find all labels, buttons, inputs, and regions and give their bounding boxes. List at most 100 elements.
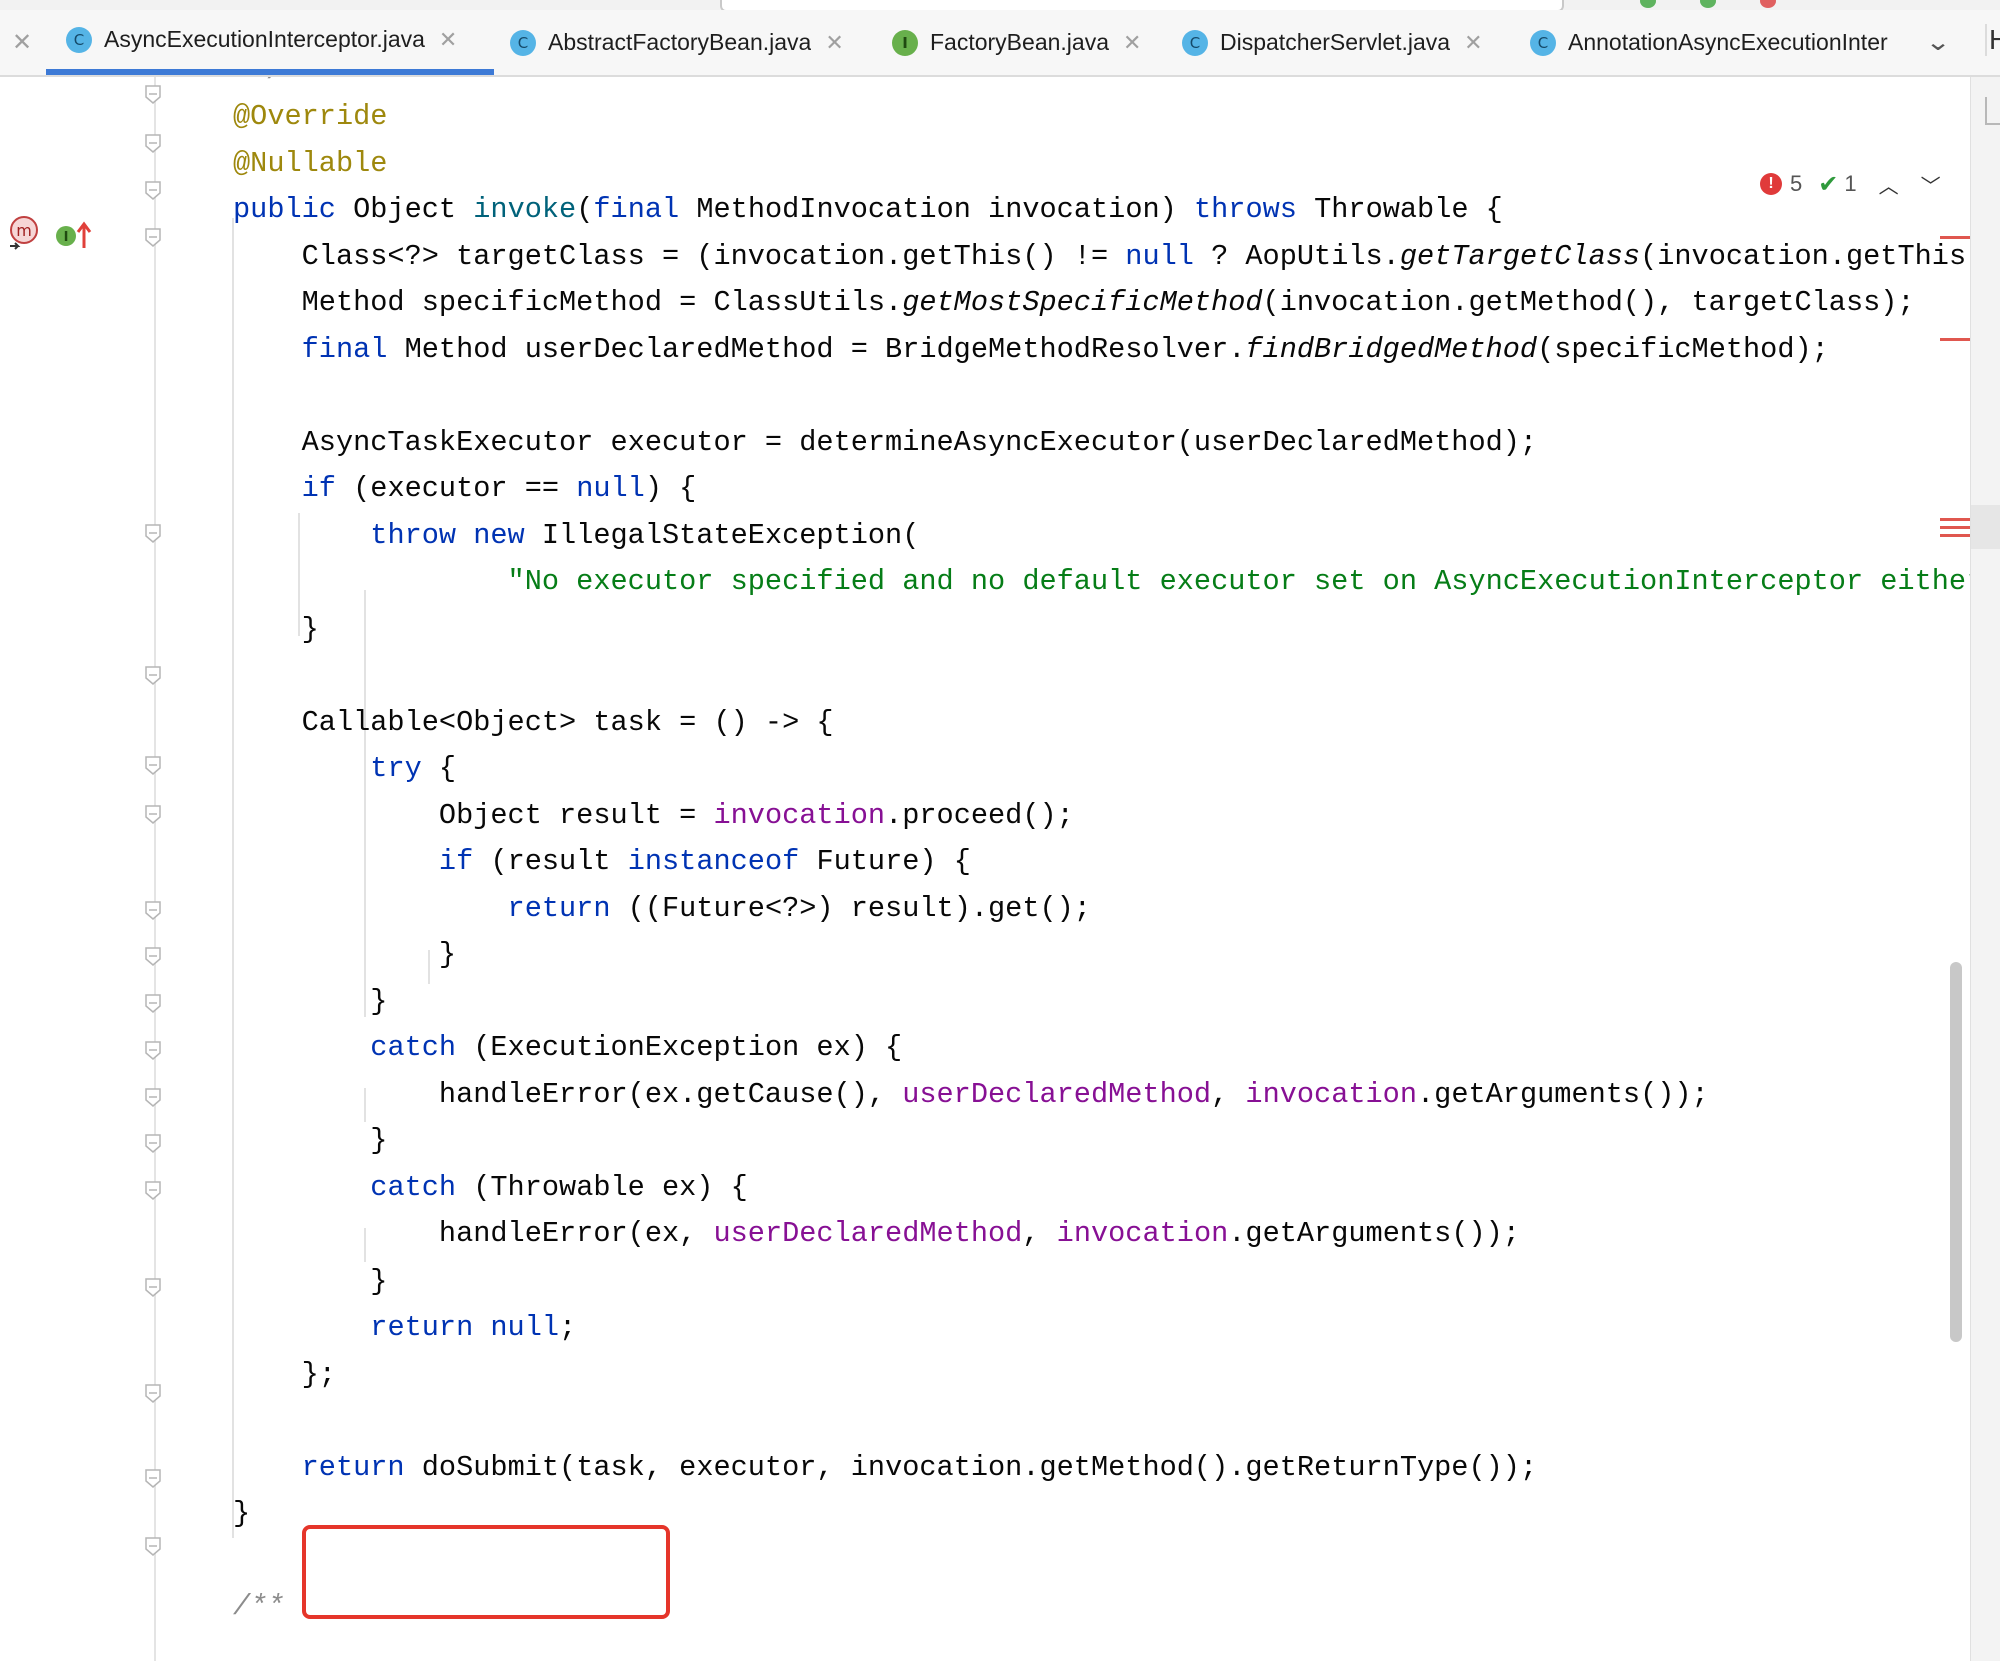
code-line[interactable]: } [233,1118,387,1164]
code-line[interactable]: @Nullable [233,141,387,187]
chevron-down-icon[interactable]: ⌄ [1925,28,1951,57]
code-line[interactable]: "No executor specified and no default ex… [233,559,1970,605]
code-line[interactable]: /** [233,1584,284,1630]
svg-text:m: m [16,221,32,240]
code-line[interactable]: if (executor == null) { [233,466,697,512]
error-icon: ! [1760,173,1782,195]
error-stripe-marker[interactable] [1940,338,1970,341]
code-line[interactable]: return doSubmit(task, executor, invocati… [233,1445,1537,1491]
code-line[interactable]: catch (ExecutionException ex) { [233,1025,902,1071]
fold-marker-icon[interactable] [144,228,162,248]
fold-marker-icon[interactable] [144,994,162,1014]
close-icon[interactable]: ✕ [1123,30,1141,56]
code-line[interactable]: return ((Future<?>) result).get(); [233,886,1091,932]
code-line[interactable]: return null; [233,1305,576,1351]
code-line[interactable]: final Method userDeclaredMethod = Bridge… [233,327,1829,373]
debug-icon[interactable] [1700,0,1716,8]
code-line[interactable]: catch (Throwable ex) { [233,1165,748,1211]
tool-window-button[interactable] [1971,505,2000,549]
code-line[interactable]: handleError(ex, userDeclaredMethod, invo… [233,1211,1520,1257]
close-icon[interactable]: ✕ [825,30,843,56]
vertical-scrollbar-thumb[interactable] [1950,962,1962,1342]
code-line[interactable]: @Override [233,94,387,140]
class-c-icon: C [1182,29,1208,56]
fold-marker-icon[interactable] [144,1537,162,1557]
code-line[interactable]: } [233,1491,250,1537]
class-c-icon: C [510,29,536,56]
code-line[interactable]: }; [233,1352,336,1398]
class-c-icon: C [1530,29,1556,56]
code-line[interactable]: } [233,932,456,978]
code-line[interactable]: if (result instanceof Future) { [233,839,971,885]
interface-i-icon: I [892,29,918,56]
code-line[interactable]: Class<?> targetClass = (invocation.getTh… [233,234,1970,280]
code-line[interactable]: Object result = invocation.proceed(); [233,793,1074,839]
fold-marker-icon[interactable] [144,1041,162,1061]
code-line[interactable]: Method specificMethod = ClassUtils.getMo… [233,280,1915,326]
close-icon[interactable]: ✕ [439,27,457,53]
code-line[interactable]: */ [233,77,284,94]
code-editor[interactable]: */@Override@Nullablepublic Object invoke… [0,77,1970,1661]
main-toolbar-strip [0,0,2000,10]
code-line[interactable]: AsyncTaskExecutor executor = determineAs… [233,420,1537,466]
tab-annotation-async-execution-interceptor[interactable]: C AnnotationAsyncExecutionInter [1530,10,1910,75]
fold-marker-icon[interactable] [144,1181,162,1201]
code-line[interactable]: } [233,1259,387,1305]
inspection-widget[interactable]: ! 5 ✔ 1 ︿ ﹀ [1760,169,1941,199]
method-override-icon[interactable]: m [8,216,40,259]
code-line[interactable]: public Object invoke(final MethodInvocat… [233,187,1503,233]
code-line[interactable]: handleError(ex.getCause(), userDeclaredM… [233,1072,1709,1118]
error-stripe-marker[interactable] [1940,534,1970,537]
code-line[interactable]: } [233,979,387,1025]
error-stripe-marker[interactable] [1940,526,1970,529]
fold-marker-icon[interactable] [144,1469,162,1489]
right-tool-strip [1970,77,2000,1661]
search-everywhere-field[interactable] [720,0,1564,10]
fold-marker-icon[interactable] [144,1384,162,1404]
fold-marker-icon[interactable] [144,134,162,154]
fold-marker-icon[interactable] [144,756,162,776]
tab-label: AsyncExecutionInterceptor.java [104,26,425,52]
code-line[interactable]: } [233,607,319,653]
gutter-divider [154,77,156,1661]
right-panel-tab[interactable]: H [1985,24,2000,56]
tab-dispatcher-servlet[interactable]: C DispatcherServlet.java ✕ [1182,10,1502,75]
close-icon[interactable]: ✕ [1464,30,1482,56]
tab-label: FactoryBean.java [930,29,1109,55]
tab-factory-bean[interactable]: I FactoryBean.java ✕ [892,10,1162,75]
fold-marker-icon[interactable] [144,947,162,967]
tab-label: DispatcherServlet.java [1220,29,1451,55]
fold-marker-icon[interactable] [144,1278,162,1298]
highlight-annotation-box [302,1525,670,1619]
svg-text:I: I [64,230,69,245]
run-icon[interactable] [1640,0,1656,8]
close-icon[interactable]: ✕ [12,28,32,57]
tab-async-execution-interceptor[interactable]: C AsyncExecutionInterceptor.java ✕ [46,10,494,75]
fold-marker-icon[interactable] [144,181,162,201]
tab-label: AnnotationAsyncExecutionInter [1568,29,1888,55]
fold-marker-icon[interactable] [144,805,162,825]
fold-marker-icon[interactable] [144,901,162,921]
stop-icon[interactable] [1760,0,1776,8]
error-count: 5 [1790,171,1803,196]
editor-tab-bar: ✕ C AsyncExecutionInterceptor.java ✕ C A… [0,10,2000,77]
error-stripe-marker[interactable] [1940,518,1970,521]
error-stripe-marker[interactable] [1940,236,1970,239]
tab-label: AbstractFactoryBean.java [548,29,812,55]
code-line[interactable]: Callable<Object> task = () -> { [233,700,834,746]
previous-highlight-icon[interactable]: ︿ [1879,170,1899,199]
next-highlight-icon[interactable]: ﹀ [1921,170,1941,199]
code-line[interactable]: throw new IllegalStateException( [233,513,919,559]
tab-abstract-factory-bean[interactable]: C AbstractFactoryBean.java ✕ [510,10,880,75]
implements-interface-icon[interactable]: I [54,220,94,257]
fold-marker-icon[interactable] [144,85,162,105]
fold-marker-icon[interactable] [144,1088,162,1108]
ok-count: 1 [1844,171,1857,196]
fold-marker-icon[interactable] [144,666,162,686]
checkmark-icon: ✔ [1818,170,1839,198]
class-c-icon: C [66,26,92,53]
code-line[interactable]: try { [233,746,456,792]
fold-marker-icon[interactable] [144,524,162,544]
fold-marker-icon[interactable] [144,1134,162,1154]
collapse-icon[interactable] [1985,97,2000,125]
